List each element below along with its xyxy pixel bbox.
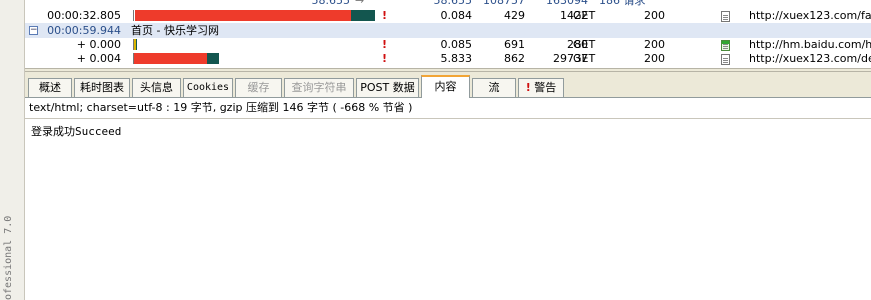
tab-overview[interactable]: 概述 (28, 78, 72, 97)
tab-stream[interactable]: 流 (472, 78, 516, 97)
tab-headers[interactable]: 头信息 (132, 78, 181, 97)
tab-content[interactable]: 内容 (421, 75, 470, 98)
summary-col-d: 163094 (546, 0, 588, 7)
timeline-bar-receive (136, 39, 137, 50)
summary-col-c: 108757 (483, 0, 525, 7)
tab-cache[interactable]: 缓存 (235, 78, 282, 97)
group-time: 00:00:59.944 (47, 24, 121, 37)
row-size: 862 (504, 52, 525, 65)
row-time: + 0.004 (76, 52, 121, 65)
tab-warnings-label: 警告 (534, 81, 557, 94)
row-url[interactable]: http://hm.baidu.com/hm.js (749, 38, 871, 52)
row-method: GET (573, 38, 596, 51)
row-duration: 0.085 (440, 38, 473, 51)
row-status: 200 (644, 38, 665, 51)
summary-col-b: 58.655 (433, 0, 473, 7)
detail-tab-bar: 概述 耗时图表 头信息 Cookies 缓存 查询字符串 POST 数据 内容 … (25, 72, 871, 98)
page-icon (721, 54, 730, 65)
summary-col-e: 186 请求 (599, 0, 646, 7)
summary-col-a: 58.655 (311, 0, 351, 7)
tab-cookies[interactable]: Cookies (183, 78, 233, 97)
timeline-axis (133, 10, 134, 21)
arrow-icon: → (355, 0, 365, 7)
table-row[interactable]: + 0.000 ! 0.085 691 280 GET 200 http://h… (25, 38, 871, 52)
row-time: 00:00:32.805 (47, 9, 121, 22)
row-duration: 0.084 (440, 9, 473, 22)
row-status: 200 (644, 9, 665, 22)
row-method: GET (573, 52, 596, 65)
group-title: 首页 - 快乐学习网 (131, 24, 219, 37)
row-size: 429 (504, 9, 525, 22)
tab-query-string[interactable]: 查询字符串 (284, 78, 354, 97)
warning-icon: ! (382, 9, 388, 22)
timeline-bar-wait (135, 10, 351, 21)
row-size: 691 (504, 38, 525, 51)
row-url[interactable]: http://xuex123.com/favicon.ico (749, 9, 871, 23)
timeline-bar-wait (134, 53, 207, 64)
row-method: GET (573, 9, 596, 22)
timeline-bar-receive (207, 53, 219, 64)
warning-icon: ! (382, 52, 388, 65)
timeline-bar-receive (351, 10, 375, 21)
response-body-text: 登录成功Succeed (31, 125, 122, 138)
green-page-icon (721, 40, 730, 51)
tab-timeline[interactable]: 耗时图表 (74, 78, 130, 97)
content-info-line: text/html; charset=utf-8 : 19 字节, gzip 压… (25, 98, 871, 119)
table-row[interactable]: + 0.004 ! 5.833 862 29737 GET 200 http:/… (25, 52, 871, 66)
left-side-strip: ofessional 7.0 (0, 0, 25, 300)
row-duration: 5.833 (440, 52, 473, 65)
tab-warnings[interactable]: ! 警告 (518, 78, 564, 97)
row-url[interactable]: http://xuex123.com/default.aspx (749, 52, 871, 66)
summary-row: 58.655 → 58.655 108757 163094 186 请求 (25, 0, 871, 8)
table-row[interactable]: 00:00:32.805 ! 0.084 429 1422 GET 200 ht… (25, 9, 871, 23)
tab-post-data[interactable]: POST 数据 (356, 78, 419, 97)
row-time: + 0.000 (76, 38, 121, 51)
warning-icon: ! (525, 81, 531, 94)
side-version-label: ofessional 7.0 (3, 215, 14, 300)
request-log-grid: 58.655 → 58.655 108757 163094 186 请求 00:… (25, 0, 871, 68)
row-status: 200 (644, 52, 665, 65)
page-icon (721, 11, 730, 22)
group-row[interactable]: − 00:00:59.944 首页 - 快乐学习网 (25, 23, 871, 38)
warning-icon: ! (382, 38, 388, 51)
content-pane[interactable]: 登录成功Succeed (25, 119, 871, 300)
